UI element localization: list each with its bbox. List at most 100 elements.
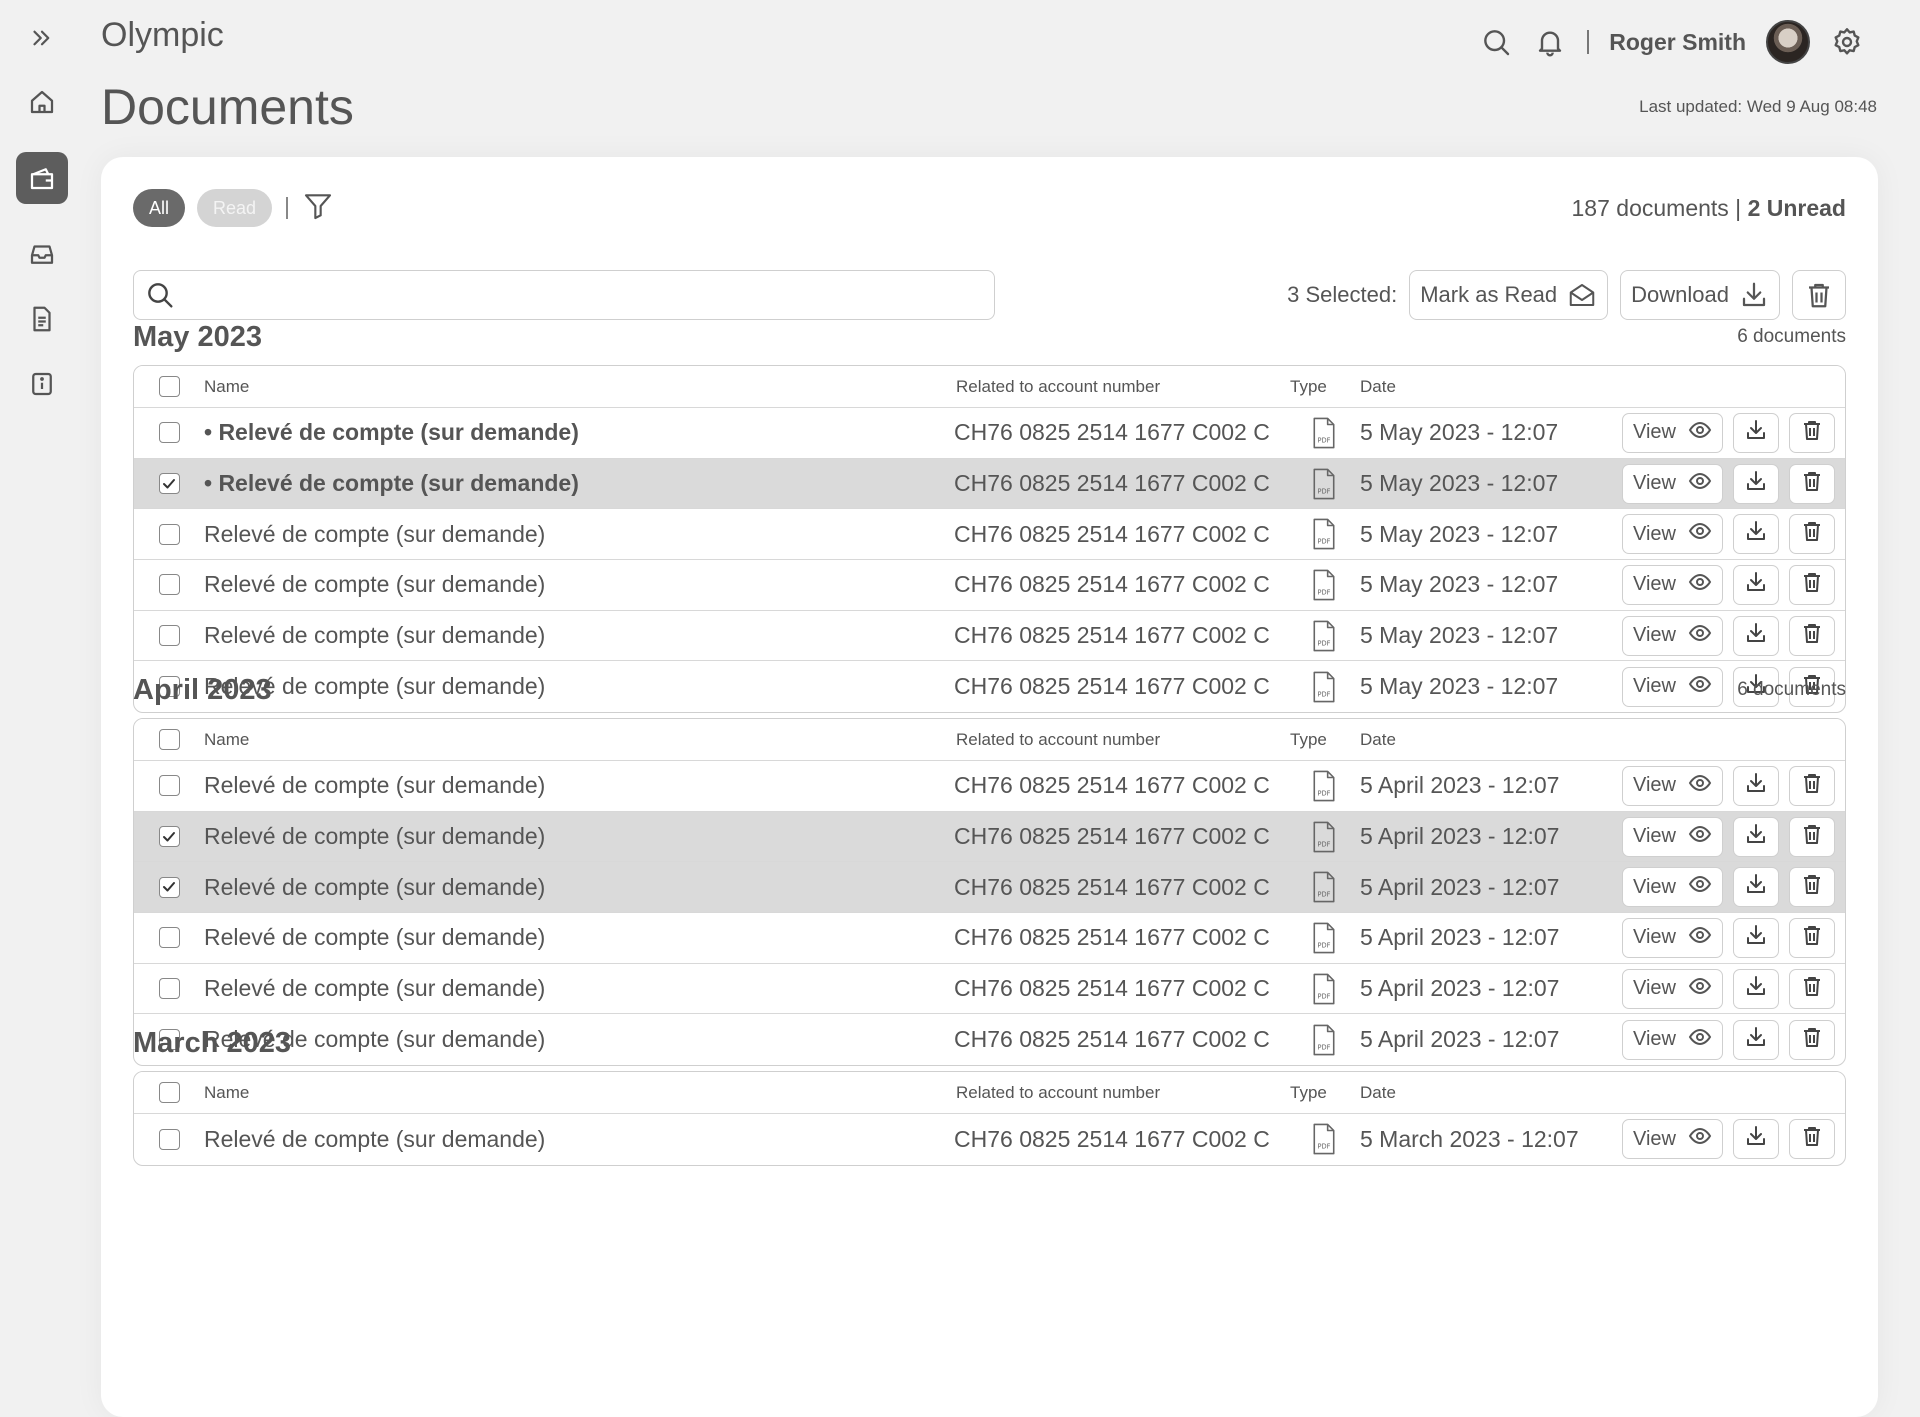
row-checkbox[interactable] [158,775,180,797]
row-download-button[interactable] [1733,917,1779,958]
select-all-checkbox[interactable] [158,376,180,397]
unread-count: 2 Unread [1747,195,1846,221]
view-button[interactable]: View [1622,867,1723,908]
table-row[interactable]: Relevé de compte (sur demande) CH76 0825… [134,560,1845,611]
row-download-button[interactable] [1733,412,1779,453]
row-checkbox[interactable] [158,978,180,1000]
document-name[interactable]: Relevé de compte (sur demande) [204,975,954,1002]
filter-bar: All Read [133,189,334,227]
view-button[interactable]: View [1622,463,1723,504]
row-download-button[interactable] [1733,514,1779,555]
document-name[interactable]: Relevé de compte (sur demande) [204,622,954,649]
document-name[interactable]: • Relevé de compte (sur demande) [204,470,954,497]
delete-button[interactable] [1792,270,1846,320]
row-delete-button[interactable] [1789,412,1835,453]
inbox-icon[interactable] [16,228,68,280]
chevrons-right-icon[interactable] [16,12,68,64]
view-button[interactable]: View [1622,968,1723,1009]
row-download-button[interactable] [1733,867,1779,908]
row-checkbox[interactable] [158,523,180,545]
row-download-button[interactable] [1733,816,1779,857]
column-name: Name [204,1082,250,1102]
row-download-button[interactable] [1733,463,1779,504]
table-row[interactable]: • Relevé de compte (sur demande) CH76 08… [134,408,1845,459]
row-delete-button[interactable] [1789,968,1835,1009]
download-button[interactable]: Download [1620,270,1780,320]
row-actions: View [1622,917,1835,958]
row-delete-button[interactable] [1789,917,1835,958]
document-name[interactable]: Relevé de compte (sur demande) [204,874,954,901]
document-name[interactable]: • Relevé de compte (sur demande) [204,419,954,446]
table-row[interactable]: Relevé de compte (sur demande) CH76 0825… [134,509,1845,561]
row-checkbox[interactable] [158,1128,180,1150]
user-name[interactable]: Roger Smith [1609,29,1746,56]
row-download-button[interactable] [1733,1119,1779,1160]
row-checkbox[interactable] [158,422,180,444]
download-icon [1742,282,1766,307]
view-button[interactable]: View [1622,917,1723,958]
row-download-button[interactable] [1733,968,1779,1009]
view-button[interactable]: View [1622,816,1723,857]
home-icon[interactable] [16,76,68,128]
row-checkbox[interactable] [158,876,180,898]
filter-all[interactable]: All [133,189,186,227]
account-number: CH76 0825 2514 1677 C002 C [954,1125,1270,1152]
select-all-checkbox[interactable] [158,1082,180,1103]
select-all-checkbox[interactable] [158,729,180,750]
view-button[interactable]: View [1622,765,1723,806]
document-name[interactable]: Relevé de compte (sur demande) [204,521,954,548]
document-date: 5 April 2023 - 12:07 [1360,772,1560,799]
row-delete-button[interactable] [1789,564,1835,605]
row-delete-button[interactable] [1789,765,1835,806]
row-delete-button[interactable] [1789,514,1835,555]
eye-icon [1688,1124,1712,1154]
row-checkbox[interactable] [158,625,180,647]
document-name[interactable]: Relevé de compte (sur demande) [204,823,954,850]
document-name[interactable]: Relevé de compte (sur demande) [204,571,954,598]
filter-read[interactable]: Read [197,189,273,227]
document-icon[interactable] [16,293,68,345]
row-download-button[interactable] [1733,564,1779,605]
row-download-button[interactable] [1733,615,1779,656]
table-row[interactable]: Relevé de compte (sur demande) CH76 0825… [134,1114,1845,1165]
row-checkbox[interactable] [158,826,180,848]
document-name[interactable]: Relevé de compte (sur demande) [204,772,954,799]
row-delete-button[interactable] [1789,615,1835,656]
table-row[interactable]: Relevé de compte (sur demande) CH76 0825… [134,811,1845,863]
view-button[interactable]: View [1622,564,1723,605]
table-row[interactable]: • Relevé de compte (sur demande) CH76 08… [134,458,1845,510]
document-name[interactable]: Relevé de compte (sur demande) [204,1126,954,1153]
wallet-icon[interactable] [16,152,68,204]
table-row[interactable]: Relevé de compte (sur demande) CH76 0825… [134,913,1845,964]
table-row[interactable]: Relevé de compte (sur demande) CH76 0825… [134,611,1845,662]
row-checkbox[interactable] [158,927,180,949]
eye-icon [1688,621,1712,651]
view-button[interactable]: View [1622,1119,1723,1160]
row-actions: View [1622,867,1835,908]
row-checkbox[interactable] [158,473,180,495]
eye-icon [1688,519,1712,549]
document-name[interactable]: Relevé de compte (sur demande) [204,924,954,951]
gear-icon[interactable] [1830,25,1864,59]
view-button[interactable]: View [1622,412,1723,453]
row-checkbox[interactable] [158,574,180,596]
trash-icon [1800,822,1824,852]
bell-icon[interactable] [1533,25,1567,59]
row-download-button[interactable] [1733,765,1779,806]
filter-icon[interactable] [302,190,334,227]
mark-as-read-button[interactable]: Mark as Read [1409,270,1609,320]
row-delete-button[interactable] [1789,816,1835,857]
svg-text:PDF: PDF [1318,487,1331,495]
view-button[interactable]: View [1622,615,1723,656]
row-delete-button[interactable] [1789,463,1835,504]
table-row[interactable]: Relevé de compte (sur demande) CH76 0825… [134,761,1845,812]
search-input[interactable] [184,273,994,317]
table-row[interactable]: Relevé de compte (sur demande) CH76 0825… [134,964,1845,1015]
row-delete-button[interactable] [1789,1119,1835,1160]
view-button[interactable]: View [1622,514,1723,555]
row-delete-button[interactable] [1789,867,1835,908]
search-icon[interactable] [1479,25,1513,59]
table-row[interactable]: Relevé de compte (sur demande) CH76 0825… [134,862,1845,914]
avatar[interactable] [1766,20,1810,64]
info-icon[interactable] [16,358,68,410]
